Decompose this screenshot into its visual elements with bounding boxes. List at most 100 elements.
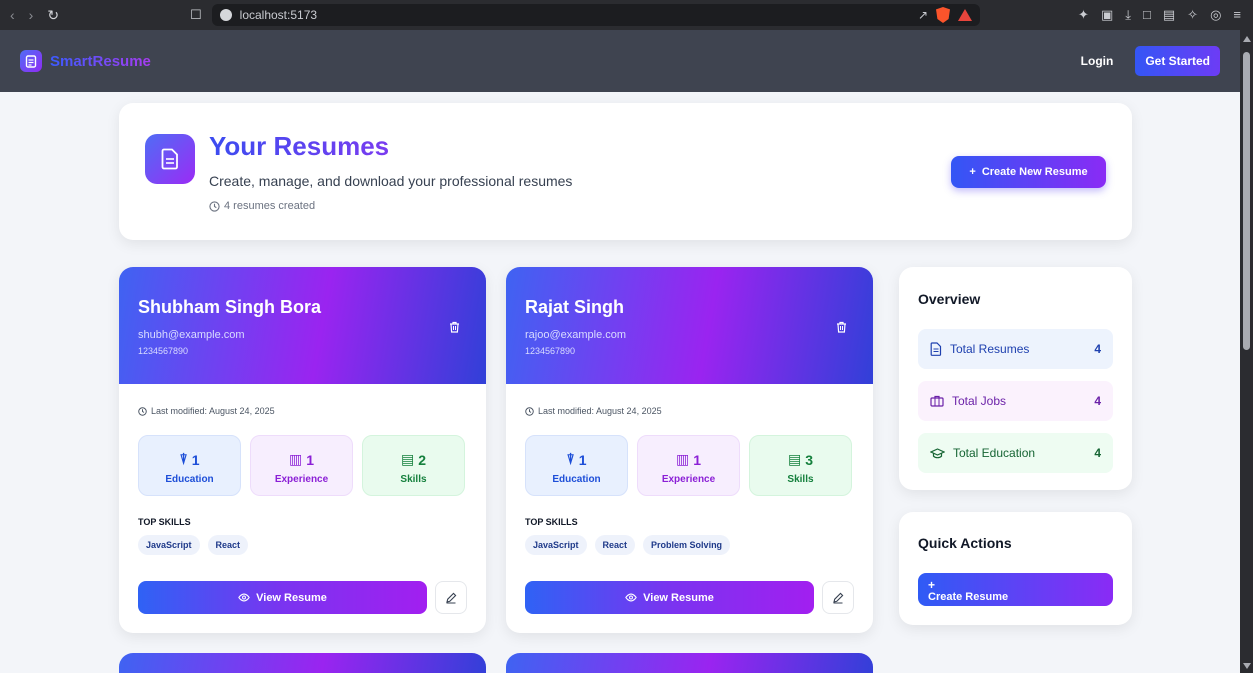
quick-actions-card: Quick Actions + Create Resume: [899, 512, 1132, 625]
total-resumes-row: Total Resumes 4: [918, 329, 1113, 369]
skill-chip: React: [594, 535, 636, 555]
skills-label: Skills: [787, 474, 814, 485]
bookmark-icon[interactable]: ☐: [190, 7, 202, 23]
brave-shield-icon[interactable]: [936, 7, 950, 23]
site-info-icon[interactable]: [219, 9, 232, 21]
experience-count: 1: [693, 451, 702, 468]
total-education-label: Total Education: [953, 446, 1036, 460]
total-jobs-label: Total Jobs: [952, 394, 1007, 408]
browser-nav-buttons: ‹ › ↻: [0, 7, 190, 24]
scroll-thumb[interactable]: [1243, 52, 1250, 350]
download-icon[interactable]: ⤓: [1125, 7, 1131, 23]
experience-stat: ▥ 1 Experience: [250, 435, 353, 496]
trash-icon[interactable]: [836, 320, 847, 338]
create-new-resume-button[interactable]: + Create New Resume: [951, 156, 1106, 188]
last-modified: Last modified: August 24, 2025: [525, 406, 662, 416]
browser-toolbar: ‹ › ↻ ☐ localhost:5173 ↗ ✦ ▣ ⤓ □ ▤ ✧ ◎ ≡: [0, 0, 1253, 30]
top-skills-heading: TOP SKILLS: [138, 517, 191, 527]
total-resumes-value: 4: [1094, 342, 1101, 356]
page-subtitle: Create, manage, and download your profes…: [209, 173, 573, 189]
pencil-icon: [833, 592, 844, 603]
edit-resume-button[interactable]: [435, 581, 467, 614]
overview-card: Overview Total Resumes 4 Total Jobs 4 To…: [899, 267, 1132, 490]
resume-phone: 1234567890: [525, 346, 576, 356]
edit-resume-button[interactable]: [822, 581, 854, 614]
resume-name: Shubham Singh Bora: [138, 297, 322, 317]
last-modified-text: Last modified: August 24, 2025: [151, 406, 275, 416]
last-modified-text: Last modified: August 24, 2025: [538, 406, 662, 416]
document-icon: ▤: [787, 451, 802, 467]
view-resume-label: View Resume: [643, 591, 714, 604]
resume-card-header: Rajat Singh rajoo@example.com 1234567890: [506, 267, 873, 384]
forward-icon[interactable]: ›: [29, 7, 34, 24]
graduation-cap-icon: ⍒: [566, 451, 575, 467]
scroll-up-icon[interactable]: [1243, 36, 1251, 42]
skills-count: 3: [805, 451, 814, 468]
logo-text[interactable]: SmartResume: [50, 53, 151, 70]
skill-chip: JavaScript: [525, 535, 587, 555]
resume-count: 4 resumes created: [209, 200, 315, 212]
scroll-down-icon[interactable]: [1243, 663, 1251, 669]
skill-chip: Problem Solving: [643, 535, 731, 555]
url-area: ☐ localhost:5173 ↗: [190, 4, 980, 26]
total-jobs-row: Total Jobs 4: [918, 381, 1113, 421]
briefcase-icon: [930, 395, 944, 407]
view-resume-button[interactable]: View Resume: [525, 581, 814, 614]
login-link[interactable]: Login: [1081, 54, 1114, 68]
clock-icon: [209, 200, 220, 212]
resume-count-text: 4 resumes created: [224, 200, 316, 212]
resume-name: Rajat Singh: [525, 297, 625, 317]
education-count: 1: [578, 451, 587, 468]
experience-count: 1: [306, 451, 315, 468]
browser-toolbar-icons: ✦ ▣ ⤓ □ ▤ ✧ ◎ ≡: [1078, 7, 1253, 23]
education-label: Education: [552, 474, 601, 485]
briefcase-icon: ▥: [288, 451, 303, 467]
skills-stat: ▤ 3 Skills: [749, 435, 852, 496]
sidebar-icon[interactable]: □: [1143, 7, 1151, 23]
view-resume-button[interactable]: View Resume: [138, 581, 427, 614]
header-card: Your Resumes Create, manage, and downloa…: [119, 103, 1132, 240]
total-education-row: Total Education 4: [918, 433, 1113, 473]
reload-icon[interactable]: ↻: [47, 7, 59, 24]
nav-actions: Login Get Started: [1081, 46, 1220, 76]
create-new-resume-label: Create New Resume: [981, 166, 1088, 178]
resume-card: Shubham Singh Bora shubh@example.com 123…: [119, 267, 486, 633]
share-icon[interactable]: ↗: [918, 8, 928, 22]
skills-label: Skills: [400, 474, 427, 485]
vpn-icon[interactable]: ◎: [1210, 7, 1221, 23]
education-label: Education: [165, 474, 214, 485]
leo-icon[interactable]: ✧: [1187, 7, 1198, 23]
last-modified: Last modified: August 24, 2025: [138, 406, 275, 416]
brave-rewards-icon[interactable]: [958, 9, 972, 21]
briefcase-icon: ▥: [675, 451, 690, 467]
experience-label: Experience: [661, 474, 716, 485]
graduation-cap-icon: ⍒: [179, 451, 188, 467]
menu-icon[interactable]: ≡: [1233, 7, 1241, 23]
page-scrollbar[interactable]: [1240, 30, 1253, 673]
quick-actions-title: Quick Actions: [918, 535, 1012, 551]
skills-count: 2: [418, 451, 427, 468]
page-title: Your Resumes: [209, 131, 390, 161]
resume-phone: 1234567890: [138, 346, 189, 356]
document-icon: [145, 134, 195, 184]
resume-email: rajoo@example.com: [525, 329, 627, 341]
get-started-button[interactable]: Get Started: [1135, 46, 1220, 76]
resume-card: Rajat Singh rajoo@example.com 1234567890…: [506, 267, 873, 633]
pencil-icon: [446, 592, 457, 603]
resume-card-partial[interactable]: [119, 653, 486, 673]
extensions-icon[interactable]: ✦: [1078, 7, 1089, 23]
skill-chip: JavaScript: [138, 535, 200, 555]
total-resumes-label: Total Resumes: [950, 342, 1030, 356]
logo-document-icon[interactable]: [20, 50, 42, 72]
wallet-icon[interactable]: ▤: [1163, 7, 1175, 23]
reader-icon[interactable]: ▣: [1101, 7, 1113, 23]
resume-card-partial[interactable]: [506, 653, 873, 673]
top-skills-heading: TOP SKILLS: [525, 517, 578, 527]
education-stat: ⍒ 1 Education: [138, 435, 241, 496]
address-bar[interactable]: localhost:5173 ↗: [211, 4, 980, 26]
trash-icon[interactable]: [449, 320, 460, 338]
create-resume-button[interactable]: + Create Resume: [918, 573, 1113, 606]
experience-label: Experience: [274, 474, 329, 485]
back-icon[interactable]: ‹: [10, 7, 15, 24]
skills-stat: ▤ 2 Skills: [362, 435, 465, 496]
